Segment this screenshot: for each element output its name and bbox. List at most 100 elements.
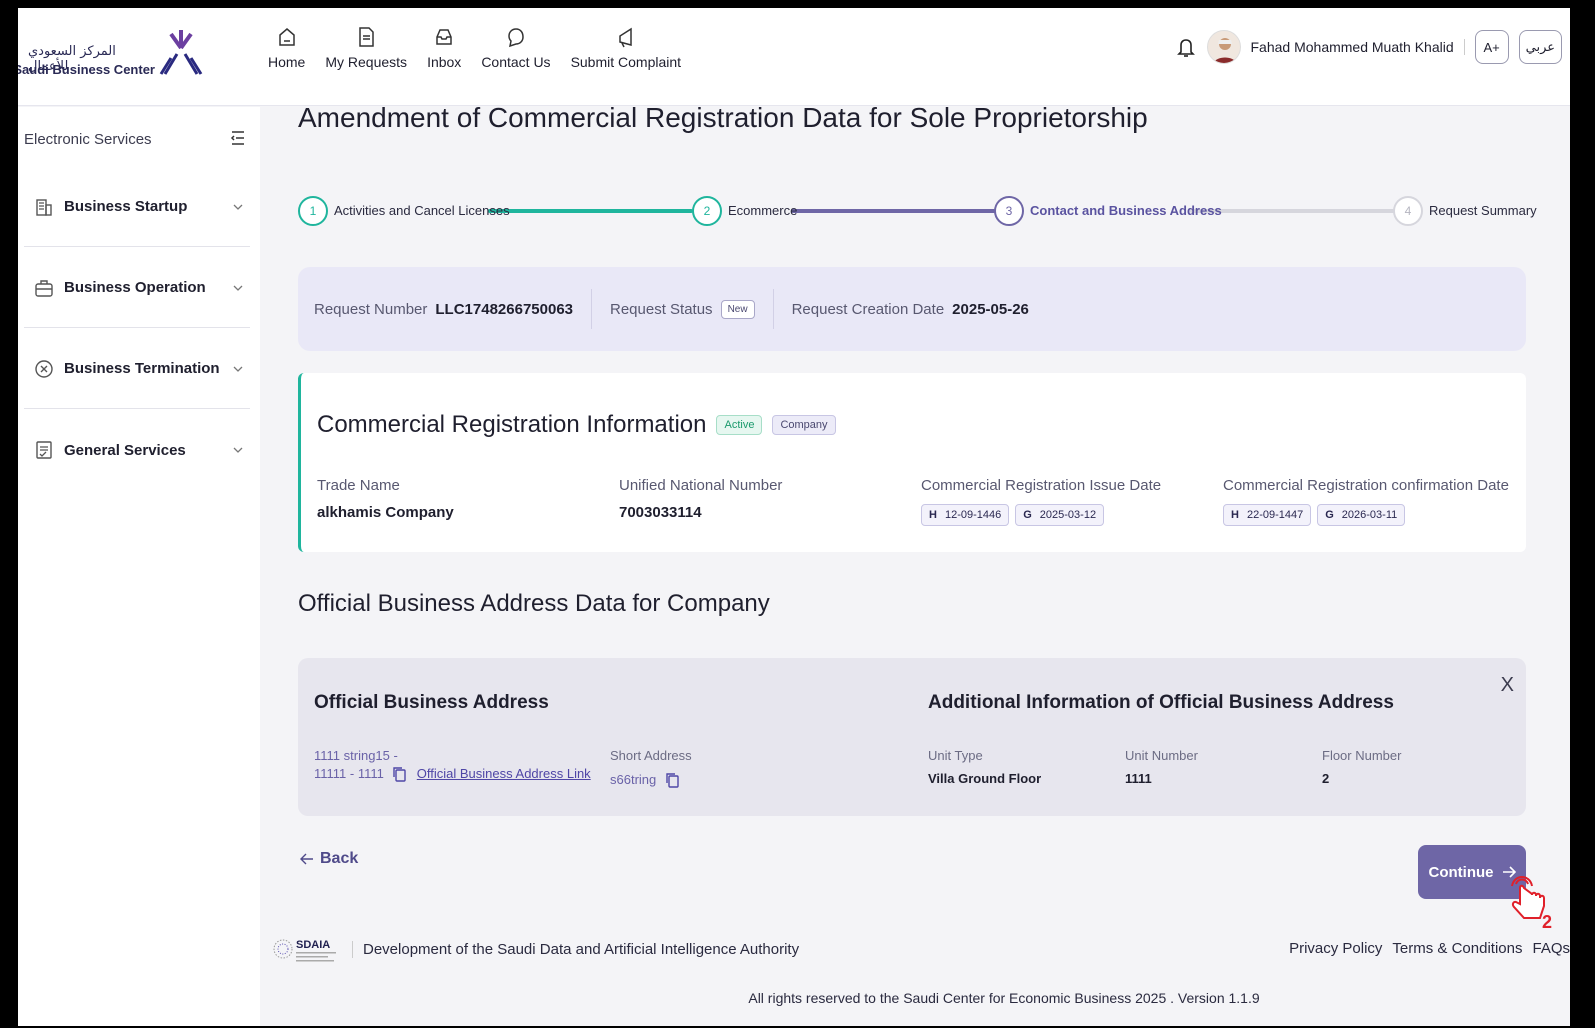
sidebar-item-general-services[interactable]: General Services <box>24 410 250 490</box>
step-1-circle[interactable]: 1 <box>298 196 328 226</box>
address-section-title: Official Business Address Data for Compa… <box>298 590 770 617</box>
sidebar-item-business-startup[interactable]: Business Startup <box>24 167 250 247</box>
cr-title-row: Commercial Registration Information Acti… <box>317 411 836 439</box>
unn-label: Unified National Number <box>619 477 783 494</box>
logo-english-text: Saudi Business Center <box>18 62 155 77</box>
home-icon <box>278 28 295 46</box>
issue-hijri-chip: H 12-09-1446 <box>921 504 1010 526</box>
sdaia-logo-text: SDAIA <box>296 939 330 951</box>
close-icon[interactable]: X <box>1501 674 1514 697</box>
unit-number-field: Unit Number 1111 <box>1125 748 1198 786</box>
request-date-label: Request Creation Date <box>791 300 945 318</box>
user-avatar-icon <box>1213 38 1236 63</box>
nav-submit-complaint-label: Submit Complaint <box>570 54 682 70</box>
nav-home[interactable]: Home <box>258 26 315 70</box>
nav-my-requests-label: My Requests <box>325 54 408 70</box>
page-title: Amendment of Commercial Registration Dat… <box>298 102 1148 133</box>
step-2-circle[interactable]: 2 <box>692 196 722 226</box>
briefcase-icon <box>35 279 53 297</box>
request-status-group: Request Status New <box>610 289 774 329</box>
sbc-logo[interactable]: المركز السعودي للأعمال Saudi Business Ce… <box>18 26 203 86</box>
sdaia-logo-mark-icon: SDAIA <box>273 939 336 962</box>
unit-number-label: Unit Number <box>1125 748 1198 763</box>
official-address-link[interactable]: Official Business Address Link <box>417 766 591 781</box>
confirm-gregorian-date: 2026-03-11 <box>1341 509 1398 521</box>
sidebar-item-business-operation[interactable]: Business Operation <box>24 248 250 328</box>
main-nav: Home My Requests Inbox Contact Us Submit… <box>258 26 691 70</box>
step-2-label: Ecommerce <box>728 203 798 218</box>
chevron-down-icon <box>233 204 243 210</box>
sidebar-item-label: Business Startup <box>64 198 188 215</box>
terms-link[interactable]: Terms & Conditions <box>1392 940 1522 957</box>
address-line-2: 11111 - 1111 <box>314 766 384 781</box>
nav-inbox[interactable]: Inbox <box>417 26 471 70</box>
font-size-button[interactable]: A+ <box>1474 30 1509 64</box>
company-badge: Company <box>772 415 836 435</box>
copyright: All rights reserved to the Saudi Center … <box>18 990 1570 1006</box>
bell-icon[interactable] <box>1175 35 1197 59</box>
sidebar-item-label: Business Operation <box>64 279 206 296</box>
step-3-label: Contact and Business Address <box>1030 203 1222 218</box>
sdaia-branding: SDAIA Development of the Saudi Data and … <box>272 932 799 966</box>
faqs-link[interactable]: FAQs <box>1532 940 1570 957</box>
hijri-tag: H <box>929 509 937 521</box>
nav-submit-complaint[interactable]: Submit Complaint <box>561 26 692 70</box>
nav-home-label: Home <box>268 54 306 70</box>
step-4-label: Request Summary <box>1429 203 1537 218</box>
sidebar-item-business-termination[interactable]: Business Termination <box>24 329 250 409</box>
gregorian-tag: G <box>1325 509 1334 521</box>
sidebar-item-label: Business Termination <box>64 360 220 377</box>
request-status-label: Request Status <box>610 300 713 318</box>
confirmation-date-field: Commercial Registration confirmation Dat… <box>1223 477 1509 526</box>
trade-name-field: Trade Name alkhamis Company <box>317 477 454 521</box>
user-name[interactable]: Fahad Mohammed Muath Khalid <box>1251 39 1465 55</box>
request-date-value: 2025-05-26 <box>952 300 1029 318</box>
copyright-text: All rights reserved to the Saudi Center … <box>748 990 1260 1006</box>
inbox-icon <box>436 29 452 45</box>
user-avatar[interactable] <box>1206 30 1241 64</box>
request-info-bar: Request Number LLC1748266750063 Request … <box>298 267 1526 351</box>
sidebar-item-label: General Services <box>64 441 186 459</box>
step-4-circle[interactable]: 4 <box>1393 196 1423 226</box>
confirm-gregorian-chip: G 2026-03-11 <box>1317 504 1406 526</box>
request-number-label: Request Number <box>314 300 428 318</box>
sidebar-collapse-icon[interactable] <box>230 129 246 147</box>
issue-gregorian-date: 2025-03-12 <box>1039 509 1097 521</box>
back-button[interactable]: Back <box>300 850 358 868</box>
privacy-policy-link[interactable]: Privacy Policy <box>1289 940 1382 957</box>
cr-title: Commercial Registration Information <box>317 411 707 438</box>
back-button-label: Back <box>320 850 359 867</box>
chevron-down-icon <box>233 447 243 453</box>
address-lines: 1111 string15 - 11111 - 1111 Official Bu… <box>314 748 591 783</box>
checklist-icon <box>36 441 52 459</box>
floor-number-value: 2 <box>1322 771 1330 786</box>
step-3-circle[interactable]: 3 <box>994 196 1024 226</box>
short-address-label: Short Address <box>610 748 692 763</box>
language-toggle-button[interactable]: عربي <box>1518 30 1562 64</box>
building-icon <box>36 198 52 216</box>
confirmation-date-label: Commercial Registration confirmation Dat… <box>1223 477 1509 494</box>
trade-name-value: alkhamis Company <box>317 504 454 521</box>
sidebar: Electronic Services Business Startup Bus… <box>18 107 260 1026</box>
sdaia-text: Development of the Saudi Data and Artifi… <box>352 940 799 958</box>
status-badge: New <box>720 299 755 319</box>
unn-field: Unified National Number 7003033114 <box>619 477 782 521</box>
unit-type-value: Villa Ground Floor <box>928 771 1042 786</box>
footer-links: Privacy Policy Terms & Conditions FAQs <box>1289 940 1570 957</box>
progress-stepper: 1 Activities and Cancel Licenses 2 Ecomm… <box>298 188 1537 232</box>
footer: SDAIA Development of the Saudi Data and … <box>260 920 1570 976</box>
short-address-field: Short Address s66tring <box>610 748 692 789</box>
copy-icon[interactable] <box>392 766 407 782</box>
request-number-group: Request Number LLC1748266750063 <box>314 289 592 329</box>
chevron-down-icon <box>233 366 243 372</box>
copy-icon[interactable] <box>665 772 679 788</box>
step-1-label: Activities and Cancel Licenses <box>334 203 510 218</box>
continue-button-label: Continue <box>1428 863 1494 881</box>
sdaia-logo[interactable]: SDAIA <box>272 932 342 966</box>
trade-name-label: Trade Name <box>317 477 400 494</box>
header-user-area: Fahad Mohammed Muath Khalid A+ عربي <box>1175 30 1562 64</box>
nav-contact-us-label: Contact Us <box>481 54 551 70</box>
nav-contact-us[interactable]: Contact Us <box>471 26 560 70</box>
app-frame: المركز السعودي للأعمال Saudi Business Ce… <box>18 8 1570 1026</box>
nav-my-requests[interactable]: My Requests <box>315 26 417 70</box>
